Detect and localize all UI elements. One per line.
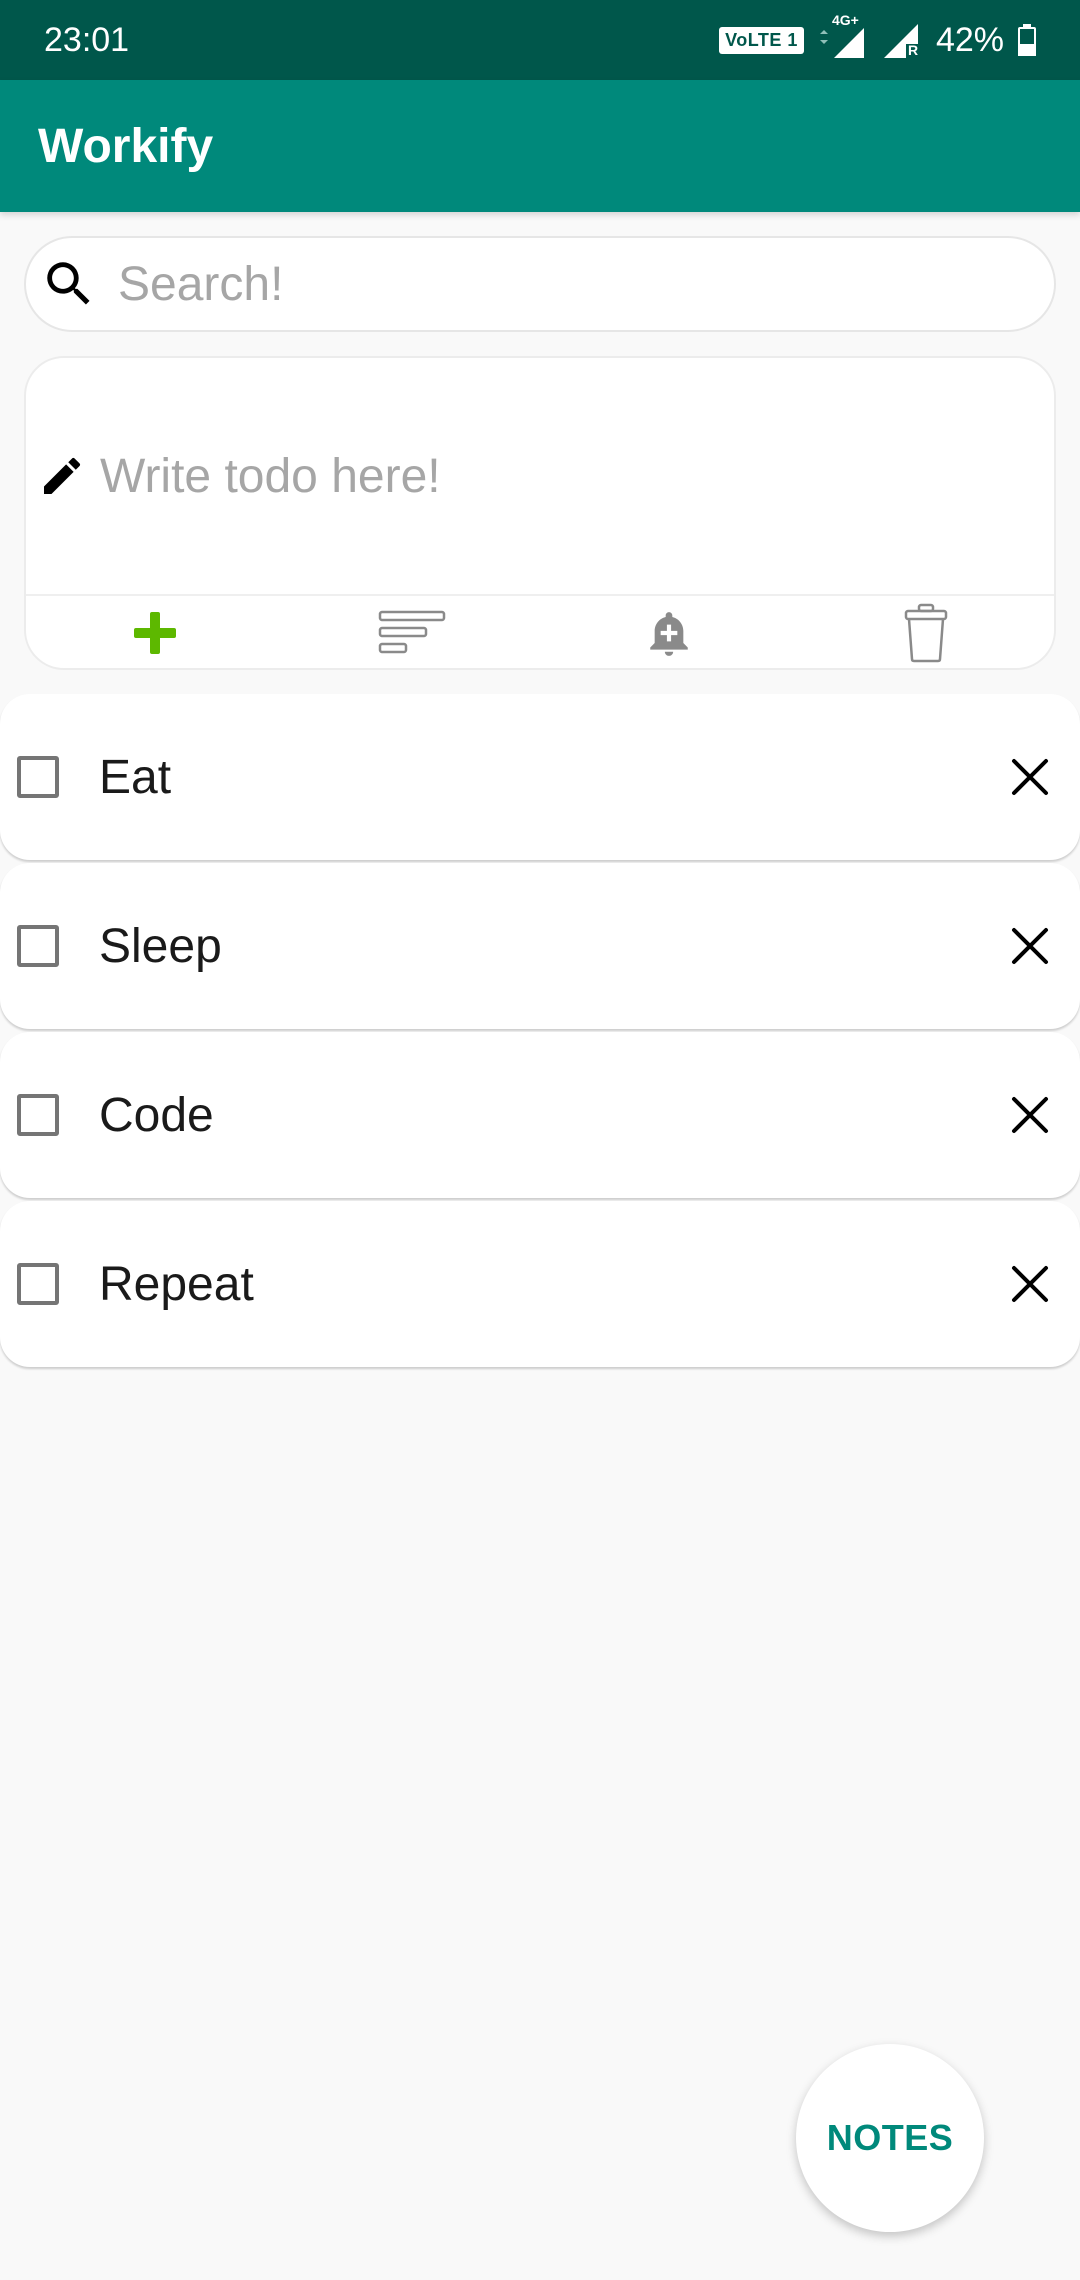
app-title: Workify <box>38 119 214 173</box>
todo-label: Eat <box>99 750 172 804</box>
todo-input-row <box>26 358 1054 594</box>
bell-plus-icon <box>644 607 694 659</box>
todo-checkbox[interactable] <box>17 756 59 798</box>
todo-label: Sleep <box>99 919 222 973</box>
delete-todo-button[interactable] <box>990 906 1070 986</box>
search-bar[interactable] <box>24 236 1056 332</box>
todo-item[interactable]: Sleep <box>0 863 1080 1029</box>
signal-roaming-icon: R <box>882 20 922 60</box>
todo-item[interactable]: Eat <box>0 694 1080 860</box>
todo-composer <box>24 356 1056 670</box>
todo-item[interactable]: Repeat <box>0 1201 1080 1367</box>
delete-todo-button[interactable] <box>990 1244 1070 1324</box>
todo-checkbox[interactable] <box>17 925 59 967</box>
search-input[interactable] <box>118 256 1018 312</box>
volte-badge: VoLTE 1 <box>719 26 804 54</box>
notes-button-label: NOTES <box>826 2117 954 2158</box>
search-icon <box>40 255 98 313</box>
trash-icon <box>904 603 948 663</box>
battery-percent: 42% <box>935 20 1004 59</box>
composer-toolbar <box>26 594 1054 668</box>
todo-item[interactable]: Code <box>0 1032 1080 1198</box>
delete-todos-button[interactable] <box>797 596 1054 668</box>
close-icon <box>1012 1097 1048 1133</box>
sort-button[interactable] <box>283 596 540 668</box>
status-icons: VoLTE 1 4G+ R 42% <box>719 12 1036 60</box>
todo-list: Eat Sleep Code Repeat <box>0 694 1080 1370</box>
sort-icon <box>378 610 446 656</box>
pencil-icon <box>38 452 86 500</box>
close-icon <box>1012 759 1048 795</box>
status-bar: 23:01 VoLTE 1 4G+ R 42% <box>0 0 1080 80</box>
status-time: 23:01 <box>44 20 130 59</box>
delete-todo-button[interactable] <box>990 737 1070 817</box>
plus-icon <box>132 610 178 656</box>
close-icon <box>1012 928 1048 964</box>
delete-todo-button[interactable] <box>990 1075 1070 1155</box>
todo-checkbox[interactable] <box>17 1263 59 1305</box>
roaming-label: R <box>907 42 919 58</box>
add-reminder-button[interactable] <box>540 596 797 668</box>
todo-input[interactable] <box>100 448 1000 504</box>
todo-label: Code <box>99 1088 214 1142</box>
todo-label: Repeat <box>99 1257 254 1311</box>
battery-icon <box>1018 24 1036 56</box>
close-icon <box>1012 1266 1048 1302</box>
signal-4g-icon: 4G+ <box>818 12 868 60</box>
add-todo-button[interactable] <box>26 596 283 668</box>
app-bar: Workify <box>0 80 1080 212</box>
todo-checkbox[interactable] <box>17 1094 59 1136</box>
notes-button[interactable]: NOTES <box>796 2044 984 2232</box>
